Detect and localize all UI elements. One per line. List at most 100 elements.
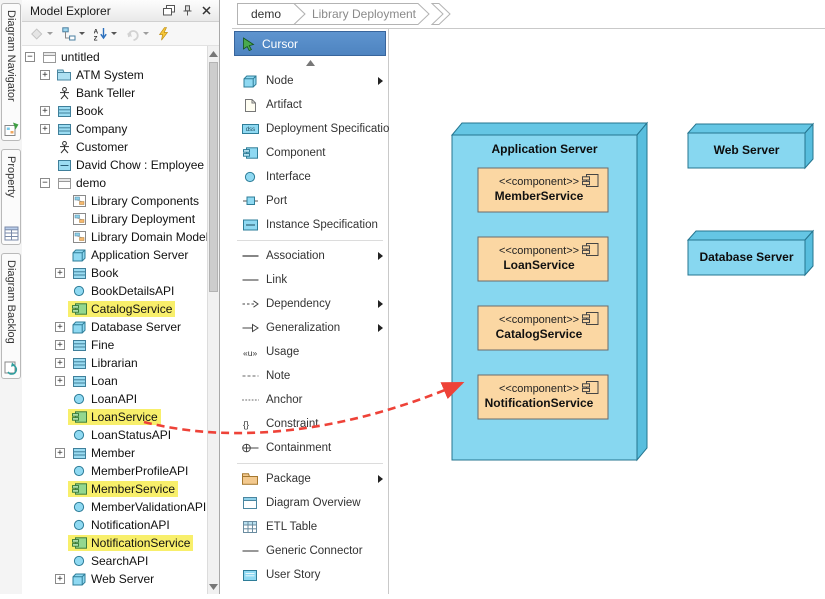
palette-item-component[interactable]: Component: [232, 141, 388, 165]
tree-scrollbar[interactable]: [207, 46, 219, 594]
expand-button[interactable]: +: [40, 124, 50, 134]
tree-item-bookdetailsapi[interactable]: BookDetailsAPI: [22, 282, 207, 300]
tree-item-librarian[interactable]: +Librarian: [22, 354, 207, 372]
component-memberservice[interactable]: <<component>> MemberService: [478, 168, 608, 212]
expand-button[interactable]: +: [40, 70, 50, 80]
tree-item-demo[interactable]: −demo: [22, 174, 207, 192]
expand-button[interactable]: +: [55, 268, 65, 278]
tree-item-library-components[interactable]: Library Components: [22, 192, 207, 210]
model-tree[interactable]: −untitled+ATM SystemBank Teller+Book+Com…: [22, 46, 207, 594]
float-button[interactable]: [160, 3, 177, 19]
tree-item-web-server[interactable]: +Web Server: [22, 570, 207, 588]
palette-item-anchor[interactable]: Anchor: [232, 388, 388, 412]
close-button[interactable]: [198, 3, 215, 19]
tree-item-bank-teller[interactable]: Bank Teller: [22, 84, 207, 102]
side-tab-diagram-navigator[interactable]: Diagram Navigator: [1, 3, 21, 141]
diagram-canvas[interactable]: Application Server <<component>> MemberS…: [389, 29, 825, 594]
collapse-button[interactable]: −: [25, 52, 35, 62]
submenu-arrow-icon[interactable]: [378, 300, 383, 308]
palette-item-node[interactable]: Node: [232, 69, 388, 93]
tree-item-loanapi[interactable]: LoanAPI: [22, 390, 207, 408]
palette-item-containment[interactable]: Containment: [232, 436, 388, 460]
tree-item-notificationservice[interactable]: NotificationService: [22, 534, 207, 552]
expand-button[interactable]: +: [55, 376, 65, 386]
palette-item-package[interactable]: Package: [232, 467, 388, 491]
tree-item-book[interactable]: +Book: [22, 264, 207, 282]
tree-item-library-deployment[interactable]: Library Deployment: [22, 210, 207, 228]
tree-item-customer[interactable]: Customer: [22, 138, 207, 156]
refresh-button[interactable]: [155, 24, 172, 44]
expand-button[interactable]: +: [55, 340, 65, 350]
tree-item-loanstatusapi[interactable]: LoanStatusAPI: [22, 426, 207, 444]
tree-item-notificationapi[interactable]: NotificationAPI: [22, 516, 207, 534]
pin-button[interactable]: [179, 3, 196, 19]
submenu-arrow-icon[interactable]: [378, 324, 383, 332]
palette-item-user-story[interactable]: User Story: [232, 563, 388, 587]
model-filter-button[interactable]: [26, 24, 56, 44]
palette-item-port[interactable]: Port: [232, 189, 388, 213]
expand-button[interactable]: +: [55, 448, 65, 458]
sort-button[interactable]: AZ: [91, 24, 120, 44]
breadcrumb-label[interactable]: Library Deployment: [312, 7, 417, 21]
interface-icon: [71, 393, 87, 405]
submenu-arrow-icon[interactable]: [378, 475, 383, 483]
palette-item-artifact[interactable]: Artifact: [232, 93, 388, 117]
breadcrumb-item-library-deployment[interactable]: Library Deployment: [294, 4, 429, 25]
component-catalogservice[interactable]: <<component>> CatalogService: [478, 306, 608, 350]
tree-item-label: NotificationAPI: [91, 518, 170, 532]
tree-item-library-domain-model[interactable]: Library Domain Model: [22, 228, 207, 246]
submenu-arrow-icon[interactable]: [378, 252, 383, 260]
tree-item-membervalidationapi[interactable]: MemberValidationAPI: [22, 498, 207, 516]
expand-button[interactable]: +: [55, 322, 65, 332]
palette-item-dependency[interactable]: Dependency: [232, 292, 388, 316]
palette-item-link[interactable]: Link: [232, 268, 388, 292]
side-tab-property[interactable]: Property: [1, 149, 21, 245]
tree-item-company[interactable]: +Company: [22, 120, 207, 138]
tree-item-book[interactable]: +Book: [22, 102, 207, 120]
tree-item-application-server[interactable]: Application Server: [22, 246, 207, 264]
submenu-arrow-icon[interactable]: [378, 77, 383, 85]
palette-item-usage[interactable]: «u»Usage: [232, 340, 388, 364]
tree-item-david-chow-employee[interactable]: David Chow : Employee: [22, 156, 207, 174]
expand-button[interactable]: +: [55, 574, 65, 584]
palette-item-etl-table[interactable]: ETL Table: [232, 515, 388, 539]
tree-item-fine[interactable]: +Fine: [22, 336, 207, 354]
palette-item-association[interactable]: Association: [232, 244, 388, 268]
palette-item-generic-connector[interactable]: Generic Connector: [232, 539, 388, 563]
palette-item-cursor[interactable]: Cursor: [234, 31, 386, 56]
tree-item-memberservice[interactable]: MemberService: [22, 480, 207, 498]
palette-item-interface[interactable]: Interface: [232, 165, 388, 189]
tree-item-loan[interactable]: +Loan: [22, 372, 207, 390]
side-tab-diagram-backlog[interactable]: Diagram Backlog: [1, 253, 21, 379]
scrollbar-thumb[interactable]: [209, 62, 218, 292]
back-button[interactable]: [123, 24, 152, 44]
palette-item-constraint[interactable]: {}Constraint: [232, 412, 388, 436]
scroll-up-icon[interactable]: [208, 47, 219, 60]
tree-item-database-server[interactable]: +Database Server: [22, 318, 207, 336]
tree-item-untitled[interactable]: −untitled: [22, 48, 207, 66]
scroll-down-icon[interactable]: [208, 580, 219, 593]
palette-item-diagram-overview[interactable]: Diagram Overview: [232, 491, 388, 515]
tree-item-searchapi[interactable]: SearchAPI: [22, 552, 207, 570]
tree-item-atm-system[interactable]: +ATM System: [22, 66, 207, 84]
breadcrumb-label[interactable]: demo: [251, 7, 281, 21]
collapse-button[interactable]: −: [40, 178, 50, 188]
node-web-server[interactable]: Web Server: [688, 124, 813, 168]
palette-item-instance-specification[interactable]: Instance Specification: [232, 213, 388, 237]
tree-item-member[interactable]: +Member: [22, 444, 207, 462]
palette-item-deployment-specification[interactable]: dssDeployment Specification: [232, 117, 388, 141]
node-database-server[interactable]: Database Server: [688, 231, 813, 275]
expand-button[interactable]: +: [55, 358, 65, 368]
palette-item-generalization[interactable]: Generalization: [232, 316, 388, 340]
view-mode-button[interactable]: [59, 24, 88, 44]
palette-item-note[interactable]: Note: [232, 364, 388, 388]
component-notificationservice[interactable]: <<component>> NotificationService: [478, 375, 608, 419]
expand-button[interactable]: +: [40, 106, 50, 116]
node-application-server[interactable]: Application Server <<component>> MemberS…: [452, 123, 647, 460]
tree-item-catalogservice[interactable]: CatalogService: [22, 300, 207, 318]
palette-scroll-up[interactable]: [232, 56, 388, 69]
component-loanservice[interactable]: <<component>> LoanService: [478, 237, 608, 281]
breadcrumb-item-demo[interactable]: demo: [238, 4, 306, 25]
tree-item-memberprofileapi[interactable]: MemberProfileAPI: [22, 462, 207, 480]
tree-item-loanservice[interactable]: LoanService: [22, 408, 207, 426]
